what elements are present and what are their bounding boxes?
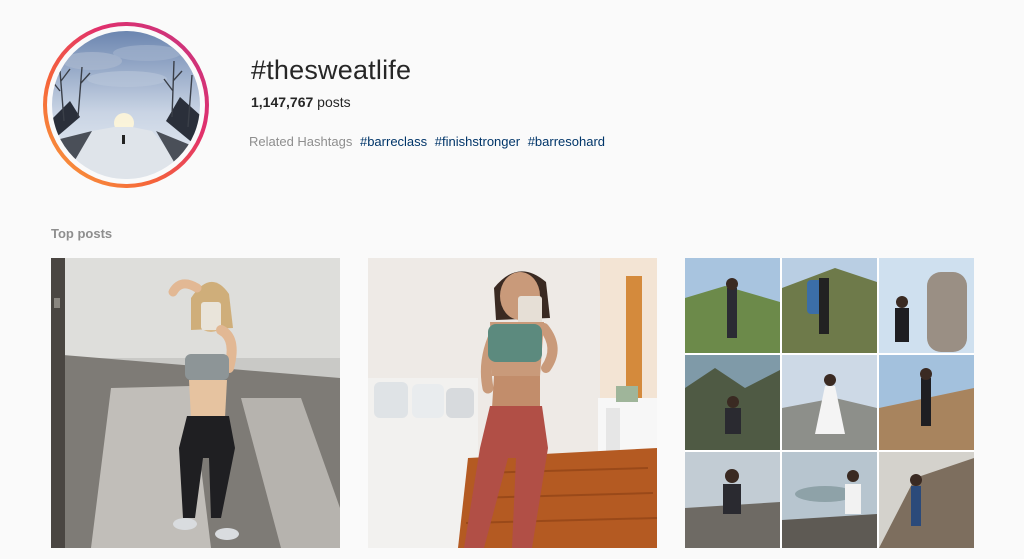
- related-hashtag-link[interactable]: #finishstronger: [435, 134, 520, 149]
- related-hashtags-label: Related Hashtags: [249, 134, 353, 149]
- top-posts-label: Top posts: [51, 226, 113, 241]
- hashtag-title: #thesweatlife: [251, 55, 412, 85]
- top-post-1[interactable]: [51, 258, 340, 548]
- post-count: 1,147,767 posts: [251, 94, 351, 110]
- hashtag-avatar-ring[interactable]: [43, 22, 209, 188]
- hashtag-avatar-image: [52, 31, 200, 179]
- related-hashtag-link[interactable]: #barresohard: [528, 134, 605, 149]
- related-hashtag-link[interactable]: #barreclass: [360, 134, 427, 149]
- related-hashtags: Related Hashtags #barreclass #finishstro…: [249, 134, 605, 149]
- top-post-2[interactable]: [368, 258, 657, 548]
- post-count-number: 1,147,767: [251, 94, 314, 110]
- post-count-suffix: posts: [313, 94, 351, 110]
- top-post-3[interactable]: [685, 258, 974, 548]
